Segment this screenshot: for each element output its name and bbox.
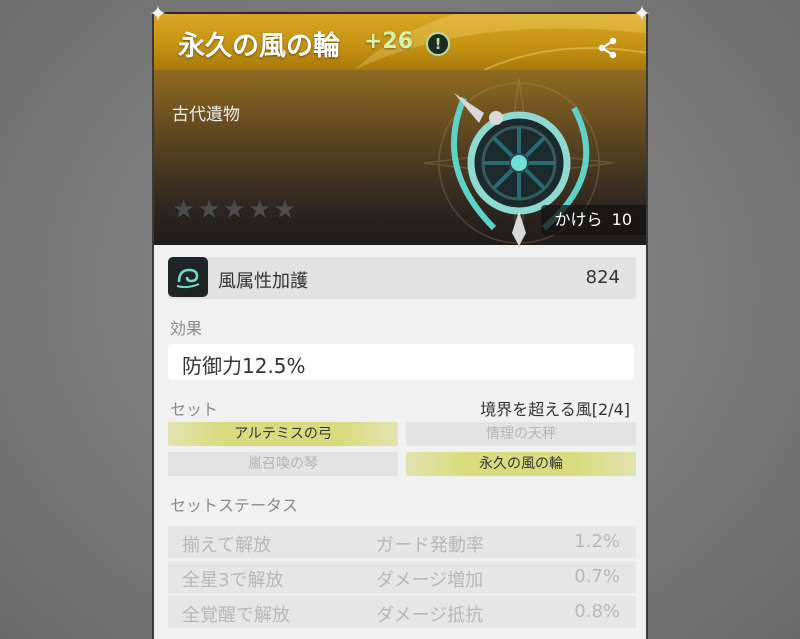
set-piece-wind-ring: 永久の風の輪 [406,452,636,476]
set-piece-storm-harp: 嵐召喚の琴 [168,452,398,476]
enhance-level: +26 [364,29,414,54]
card-header: 永久の風の輪 +26 ! [154,12,646,70]
corner-sparkle-icon: ✦ [632,2,652,27]
effect-box: 防御力12.5% [168,344,634,380]
empty-star-icon: ★ [273,195,297,225]
empty-star-icon: ★ [222,195,246,225]
set-piece-scale: 情理の天秤 [406,422,636,446]
fragment-value: 10 [611,210,632,229]
effect-text: 防御力12.5% [182,354,306,378]
relic-title: 永久の風の輪 [178,31,340,62]
relic-category: 古代遺物 [172,105,240,125]
relic-detail-card: 永久の風の輪 +26 ! 古代遺物 ★ ★ ★ ★ ★ かけら 10 風属性加護… [152,12,648,639]
empty-star-icon: ★ [172,195,196,225]
set-heading: セット [170,400,219,419]
set-status-row: 揃えて解放 ガード発動率 1.2% [168,526,636,558]
effect-heading: 効果 [170,319,203,338]
set-status-row: 全星3で解放 ダメージ増加 0.7% [168,561,636,593]
empty-star-icon: ★ [247,195,272,225]
stat-value: 0.7% [574,566,620,587]
corner-sparkle-icon: ✦ [148,2,168,27]
relic-banner: 古代遺物 ★ ★ ★ ★ ★ かけら 10 [154,70,646,248]
set-status-heading: セットステータス [170,496,299,515]
unlock-condition: 全覚醒で解放 [182,605,290,626]
wind-element-icon [168,257,208,297]
main-stat-value: 824 [585,267,620,288]
set-status-row: 全覚醒で解放 ダメージ抵抗 0.8% [168,596,636,628]
main-stat-name: 風属性加護 [218,271,308,292]
empty-star-icon: ★ [197,195,221,225]
fragment-label: かけら [554,210,603,229]
exclamation-icon[interactable]: ! [426,32,450,56]
stat-value: 0.8% [574,601,620,622]
unlock-condition: 揃えて解放 [182,535,272,556]
set-name: 境界を超える風[2/4] [480,400,630,419]
rarity-stars: ★ ★ ★ ★ ★ [172,195,297,225]
fragment-count-badge: かけら 10 [540,205,646,235]
main-stat-row: 風属性加護 824 [168,257,636,299]
stat-name: ガード発動率 [376,535,484,556]
stat-value: 1.2% [574,531,620,552]
unlock-condition: 全星3で解放 [182,570,284,591]
stat-name: ダメージ抵抗 [376,605,484,626]
stat-name: ダメージ増加 [376,570,484,591]
share-icon[interactable] [594,34,622,62]
set-piece-artemis-bow: アルテミスの弓 [168,422,398,446]
